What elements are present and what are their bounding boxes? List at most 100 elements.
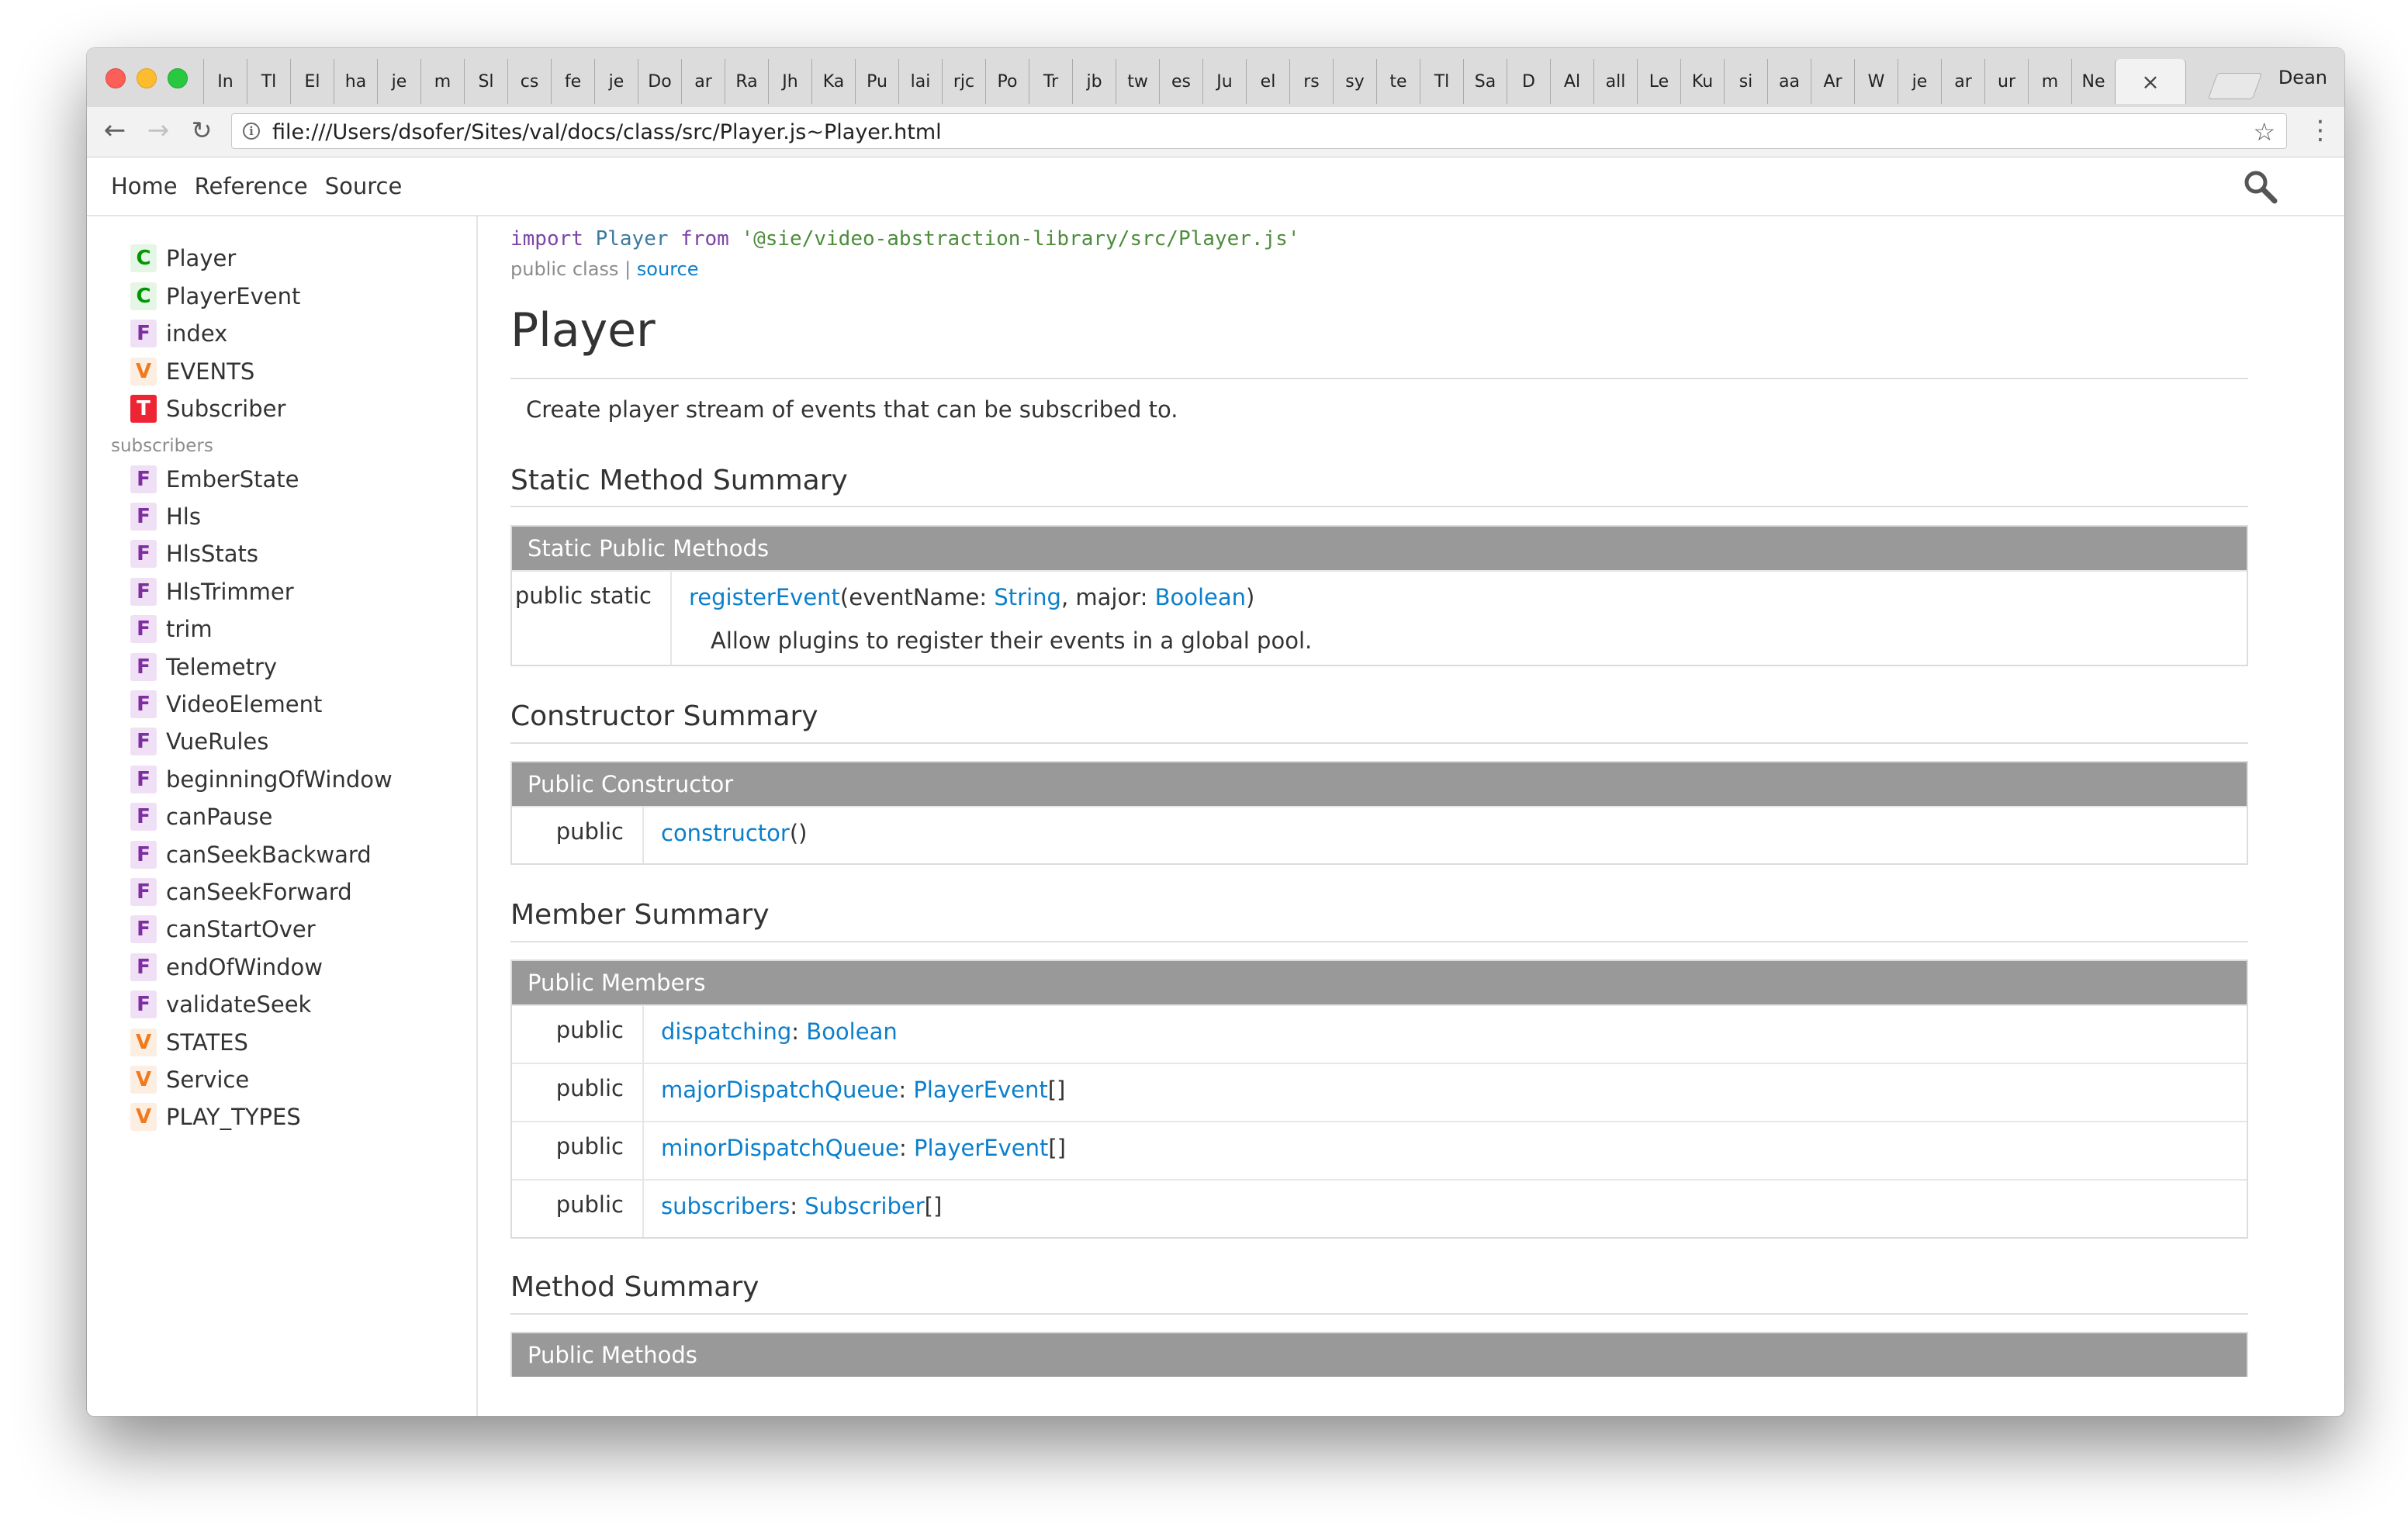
browser-tab[interactable]: aa (1767, 59, 1811, 104)
minimize-window-button[interactable] (137, 68, 157, 88)
browser-tab[interactable]: je (377, 59, 420, 104)
member-link[interactable]: majorDispatchQueue (661, 1077, 898, 1103)
sidebar-item-validateseek[interactable]: FvalidateSeek (130, 990, 311, 1019)
sidebar-item-hls[interactable]: F Hls (130, 502, 201, 531)
browser-tab[interactable]: je (594, 59, 638, 104)
sidebar-item-hlsstats[interactable]: F HlsStats (130, 540, 258, 569)
type-link[interactable]: PlayerEvent (914, 1135, 1048, 1161)
sidebar-item-endofwindow[interactable]: FendOfWindow (130, 952, 323, 981)
sidebar-item-canseekforward[interactable]: FcanSeekForward (130, 877, 352, 906)
browser-tab[interactable]: Po (985, 59, 1029, 104)
type-link[interactable]: PlayerEvent (913, 1077, 1047, 1103)
sidebar-item-videoelement[interactable]: F VideoElement (130, 690, 322, 718)
browser-tab[interactable]: Do (638, 59, 681, 104)
browser-tab[interactable]: Le (1637, 59, 1680, 104)
close-window-button[interactable] (106, 68, 126, 88)
bookmark-star-icon[interactable]: ☆ (2253, 117, 2275, 147)
browser-tab[interactable]: Jh (768, 59, 811, 104)
active-tab-close-icon[interactable]: × (2115, 59, 2186, 104)
address-bar[interactable]: i file:///Users/dsofer/Sites/val/docs/cl… (231, 113, 2287, 149)
browser-tab[interactable]: Sa (1463, 59, 1507, 104)
sidebar-item-service[interactable]: V Service (130, 1065, 249, 1094)
constructor-link[interactable]: constructor (661, 820, 790, 846)
menu-dots-icon[interactable]: ⋮ (2307, 115, 2334, 146)
browser-tab[interactable]: Al (1550, 59, 1593, 104)
sidebar-item-playerevent[interactable]: C PlayerEvent (130, 282, 300, 310)
browser-tab[interactable]: Tr (1029, 59, 1072, 104)
browser-tab[interactable]: m (420, 59, 464, 104)
browser-tab[interactable]: all (1593, 59, 1637, 104)
sidebar-item-events[interactable]: V EVENTS (130, 357, 254, 385)
forward-icon[interactable]: → (143, 115, 174, 146)
browser-tab[interactable]: cs (507, 59, 551, 104)
sidebar-item-index[interactable]: Findex (130, 320, 227, 347)
browser-tab[interactable]: fe (551, 59, 594, 104)
browser-tab[interactable]: In (203, 59, 247, 104)
browser-tab[interactable]: te (1376, 59, 1420, 104)
browser-tab[interactable]: jb (1072, 59, 1116, 104)
browser-tab[interactable]: Pu (855, 59, 898, 104)
browser-tab[interactable]: Sl (464, 59, 507, 104)
sidebar-item-canstartover[interactable]: FcanStartOver (130, 915, 316, 944)
member-link[interactable]: subscribers (661, 1193, 790, 1219)
type-link[interactable]: Subscriber (804, 1193, 924, 1219)
browser-tab[interactable]: ar (681, 59, 725, 104)
browser-tab[interactable]: rs (1289, 59, 1333, 104)
browser-tab[interactable]: rjc (942, 59, 985, 104)
profile-name[interactable]: Dean (2278, 67, 2327, 88)
browser-tab[interactable]: si (1724, 59, 1767, 104)
back-icon[interactable]: ← (99, 115, 130, 146)
reload-icon[interactable]: ↻ (186, 115, 217, 146)
browser-tab[interactable]: ar (1941, 59, 1984, 104)
nav-source-link[interactable]: Source (325, 173, 403, 199)
source-link[interactable]: source (637, 258, 699, 280)
browser-tab[interactable]: Ra (725, 59, 768, 104)
browser-tab[interactable]: ha (334, 59, 377, 104)
new-tab-button[interactable] (2207, 73, 2263, 99)
member-link[interactable]: minorDispatchQueue (661, 1135, 899, 1161)
sidebar-item-emberstate[interactable]: F EmberState (130, 465, 299, 493)
browser-tab[interactable]: tw (1116, 59, 1159, 104)
sidebar-item-canseekbackward[interactable]: FcanSeekBackward (130, 840, 372, 869)
browser-tab[interactable]: Ne (2071, 59, 2115, 104)
method-link[interactable]: registerEvent (689, 584, 840, 610)
browser-tab[interactable]: je (1898, 59, 1941, 104)
type-link[interactable]: String (994, 584, 1061, 610)
browser-tab[interactable]: W (1854, 59, 1898, 104)
browser-tab[interactable]: Tl (247, 59, 290, 104)
browser-tab[interactable]: Ku (1680, 59, 1724, 104)
browser-tab[interactable]: m (2028, 59, 2071, 104)
browser-tab[interactable]: es (1159, 59, 1202, 104)
nav-home-link[interactable]: Home (111, 173, 178, 199)
sidebar-item-beginningofwindow[interactable]: FbeginningOfWindow (130, 765, 393, 793)
sidebar-item-label: EmberState (166, 465, 299, 493)
info-icon[interactable]: i (243, 123, 260, 140)
browser-tab[interactable]: D (1507, 59, 1550, 104)
browser-tab[interactable]: ur (1984, 59, 2028, 104)
sidebar-item-vuerules[interactable]: F VueRules (130, 728, 268, 756)
search-icon[interactable] (2242, 168, 2279, 206)
sidebar-item-hlstrimmer[interactable]: F HlsTrimmer (130, 577, 294, 606)
type-link[interactable]: Boolean (806, 1018, 897, 1045)
url-text[interactable]: file:///Users/dsofer/Sites/val/docs/clas… (272, 120, 942, 144)
browser-tab[interactable]: sy (1333, 59, 1376, 104)
browser-tab[interactable]: el (1246, 59, 1289, 104)
kind-badge: F (130, 952, 157, 981)
maximize-window-button[interactable] (168, 68, 188, 88)
browser-tab[interactable]: Ju (1202, 59, 1246, 104)
sidebar-item-player[interactable]: C Player (130, 244, 236, 272)
sidebar-item-telemetry[interactable]: F Telemetry (130, 652, 277, 681)
sidebar-item-play_types[interactable]: V PLAY_TYPES (130, 1103, 301, 1132)
type-link[interactable]: Boolean (1155, 584, 1246, 610)
browser-tab[interactable]: lai (898, 59, 942, 104)
browser-tab[interactable]: Ka (811, 59, 855, 104)
sidebar-item-canpause[interactable]: FcanPause (130, 803, 272, 831)
member-link[interactable]: dispatching (661, 1018, 791, 1045)
sidebar-item-states[interactable]: V STATES (130, 1028, 248, 1056)
browser-tab[interactable]: Ar (1811, 59, 1854, 104)
sidebar-item-subscriber[interactable]: T Subscriber (130, 395, 285, 423)
browser-tab[interactable]: El (290, 59, 334, 104)
sidebar-item-trim[interactable]: Ftrim (130, 615, 213, 644)
browser-tab[interactable]: Tl (1420, 59, 1463, 104)
nav-reference-link[interactable]: Reference (195, 173, 308, 199)
